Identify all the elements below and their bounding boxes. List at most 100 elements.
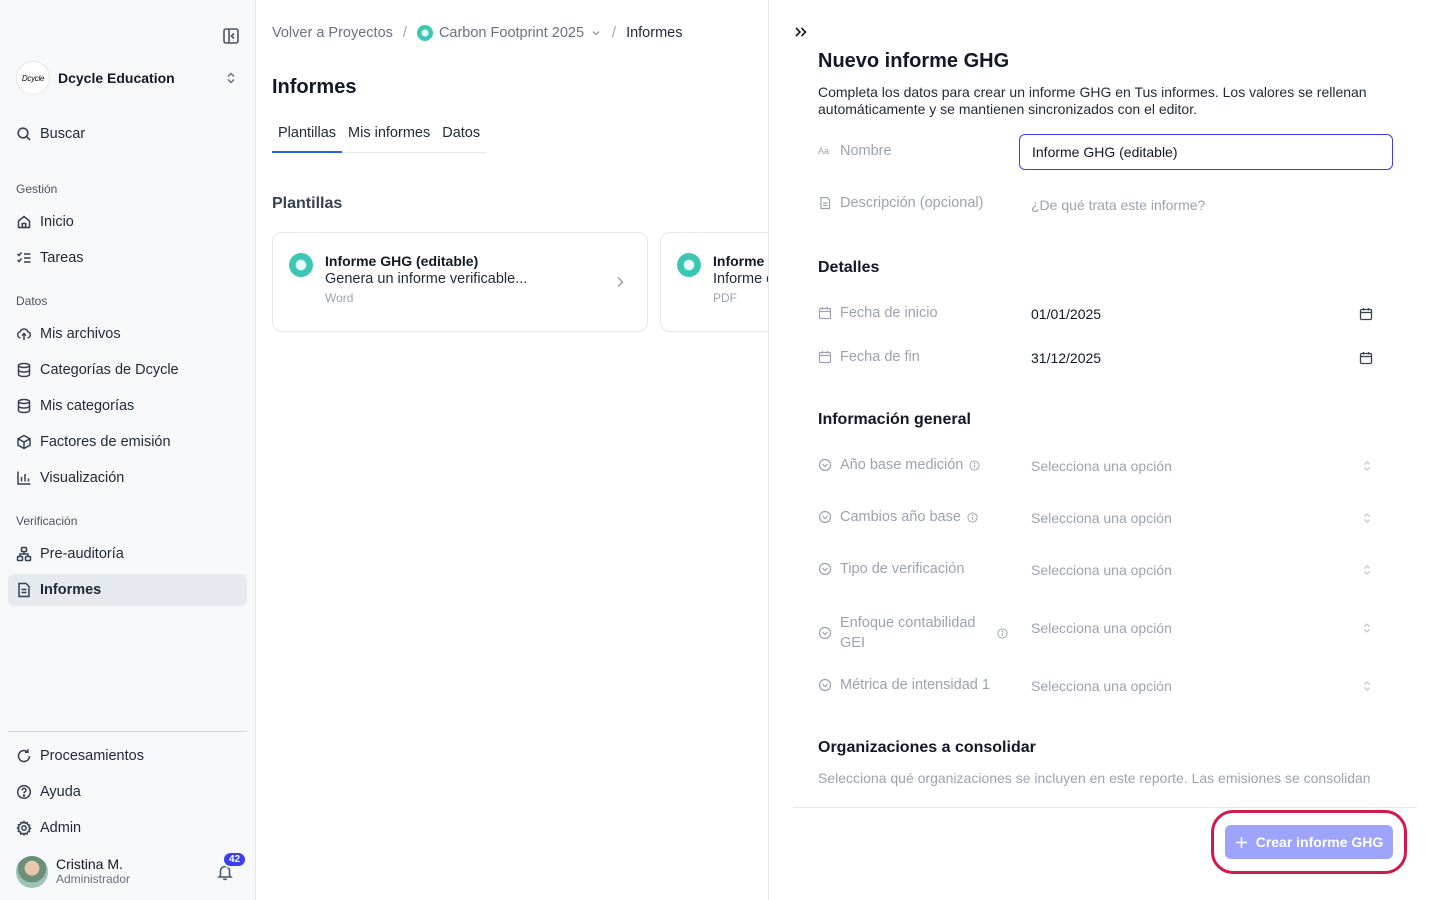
gear-icon: [16, 820, 32, 836]
calendar-icon: [1359, 352, 1373, 365]
description-label-text: Descripción (opcional): [840, 195, 984, 211]
sidebar-item-label: Categorías de Dcycle: [40, 362, 179, 378]
base-year-changes-label-text: Cambios año base: [840, 509, 961, 525]
notifications-button[interactable]: 42: [216, 851, 248, 881]
sidebar-item-search[interactable]: Buscar: [8, 118, 247, 150]
sidebar-item-factores[interactable]: Factores de emisión: [8, 426, 247, 458]
sidebar-item-tareas[interactable]: Tareas: [8, 242, 247, 274]
chevron-up-down-icon: [1364, 513, 1370, 523]
checklist-icon: [16, 252, 31, 263]
plus-icon: [1235, 836, 1247, 848]
breadcrumb-project-label: Carbon Footprint 2025: [438, 25, 585, 41]
end-date-value: 31/12/2025: [1031, 350, 1102, 366]
sidebar-item-label: Inicio: [40, 214, 74, 230]
main-content: Volver a Proyectos / Carbon Footprint 20…: [256, 0, 768, 900]
notification-badge: 42: [222, 851, 248, 868]
sidebar: Dcycle Dcycle Education Buscar Gestión I…: [0, 0, 256, 900]
panel-description: Completa los datos para crear un informe…: [818, 84, 1367, 117]
details-title: Detalles: [818, 259, 880, 276]
sidebar-item-inicio[interactable]: Inicio: [8, 206, 247, 238]
start-date-label-text: Fecha de inicio: [840, 305, 938, 321]
sidebar-item-procesamientos[interactable]: Procesamientos: [8, 740, 247, 772]
select-placeholder: Selecciona una opción: [1031, 510, 1172, 526]
info-icon[interactable]: [969, 459, 980, 471]
breadcrumb-back-link[interactable]: Volver a Proyectos: [272, 25, 393, 41]
search-icon: [17, 127, 31, 141]
verification-type-label: Tipo de verificación: [818, 561, 964, 577]
base-year-changes-label: Cambios año base: [818, 509, 978, 525]
template-card[interactable]: Informe GHG (editable) Genera un informe…: [272, 232, 648, 332]
database-icon: [17, 362, 31, 378]
template-title: Informe GHG: [713, 253, 768, 269]
tab-datos[interactable]: Datos: [436, 120, 486, 152]
create-report-button[interactable]: Crear informe GHG: [1225, 825, 1393, 859]
user-role: Administrador: [56, 872, 131, 886]
sidebar-item-label: Tareas: [40, 250, 84, 266]
select-placeholder: Selecciona una opción: [1031, 678, 1172, 694]
sidebar-collapse-icon[interactable]: [222, 27, 240, 45]
user-name: Cristina M.: [56, 856, 123, 872]
org-switcher[interactable]: Dcycle Dcycle Education: [16, 60, 246, 96]
description-input[interactable]: [1019, 188, 1393, 222]
chevron-up-down-icon: [1364, 565, 1370, 575]
sidebar-item-mis-categorias[interactable]: Mis categorías: [8, 390, 247, 422]
chevron-right-icon: [617, 276, 624, 288]
section-label-datos: Datos: [16, 294, 48, 308]
document-icon: [820, 196, 831, 210]
sidebar-item-informes[interactable]: Informes: [8, 574, 247, 606]
accounting-approach-select[interactable]: Selecciona una opción: [1019, 611, 1393, 645]
chevron-up-down-icon: [1364, 681, 1370, 691]
tab-plantillas[interactable]: Plantillas: [272, 120, 343, 153]
expand-panel-icon[interactable]: [793, 24, 809, 40]
sidebar-item-label: Buscar: [40, 126, 86, 142]
calendar-icon: [818, 351, 832, 364]
name-label-text: Nombre: [840, 143, 892, 159]
end-date-label: Fecha de fin: [818, 349, 920, 365]
verification-type-select[interactable]: Selecciona una opción: [1019, 553, 1393, 587]
panel-title: Nuevo informe GHG: [818, 50, 1010, 72]
template-type: PDF: [713, 291, 737, 305]
start-date-field[interactable]: 01/01/2025: [1019, 297, 1393, 331]
name-label: Aa Nombre: [818, 143, 892, 159]
template-description: Genera un informe verificable...: [325, 271, 528, 287]
sidebar-item-preauditoria[interactable]: Pre-auditoría: [8, 538, 247, 570]
sidebar-item-label: Ayuda: [40, 784, 81, 800]
info-icon[interactable]: [997, 627, 1008, 639]
accounting-approach-label-text: Enfoque contabilidad GEI: [840, 613, 991, 653]
base-year-changes-select[interactable]: Selecciona una opción: [1019, 501, 1393, 535]
info-icon[interactable]: [967, 511, 978, 523]
select-placeholder: Selecciona una opción: [1031, 620, 1172, 636]
chevron-circle-icon: [818, 626, 832, 640]
sidebar-item-categorias-dcycle[interactable]: Categorías de Dcycle: [8, 354, 247, 386]
template-card[interactable]: Informe GHG Informe estándar en PDF PDF: [660, 232, 768, 332]
cloud-upload-icon: [16, 328, 32, 340]
breadcrumb-project-dropdown[interactable]: Carbon Footprint 2025: [416, 25, 602, 41]
start-date-value: 01/01/2025: [1031, 306, 1102, 322]
sidebar-item-admin[interactable]: Admin: [8, 812, 247, 844]
tab-mis-informes[interactable]: Mis informes: [342, 120, 436, 152]
accounting-approach-line-2: GEI: [840, 635, 865, 651]
chevron-down-icon: [592, 30, 600, 36]
end-date-field[interactable]: 31/12/2025: [1019, 341, 1393, 375]
sidebar-item-mis-archivos[interactable]: Mis archivos: [8, 318, 247, 350]
breadcrumb: Volver a Proyectos / Carbon Footprint 20…: [272, 25, 682, 41]
end-date-label-text: Fecha de fin: [840, 349, 920, 365]
intensity-metric-label: Métrica de intensidad 1: [818, 677, 990, 693]
chevron-circle-icon: [818, 562, 832, 576]
general-info-title: Información general: [818, 411, 971, 428]
base-year-select[interactable]: Selecciona una opción: [1019, 449, 1393, 483]
sidebar-item-ayuda[interactable]: Ayuda: [8, 776, 247, 808]
organizations-description: Selecciona qué organizaciones se incluye…: [818, 770, 1371, 786]
name-input[interactable]: [1019, 134, 1393, 170]
panel-footer-divider: [793, 807, 1417, 808]
select-placeholder: Selecciona una opción: [1031, 562, 1172, 578]
intensity-metric-select[interactable]: Selecciona una opción: [1019, 669, 1393, 703]
section-label-verificacion: Verificación: [16, 514, 78, 528]
user-profile[interactable]: Cristina M. Administrador 42: [16, 851, 248, 889]
cube-icon: [17, 434, 31, 450]
breadcrumb-current: Informes: [626, 25, 683, 41]
chevron-up-down-icon: [1364, 623, 1370, 633]
breadcrumb-separator: /: [402, 25, 407, 41]
sidebar-item-visualizacion[interactable]: Visualización: [8, 462, 247, 494]
sidebar-item-label: Procesamientos: [40, 748, 144, 764]
